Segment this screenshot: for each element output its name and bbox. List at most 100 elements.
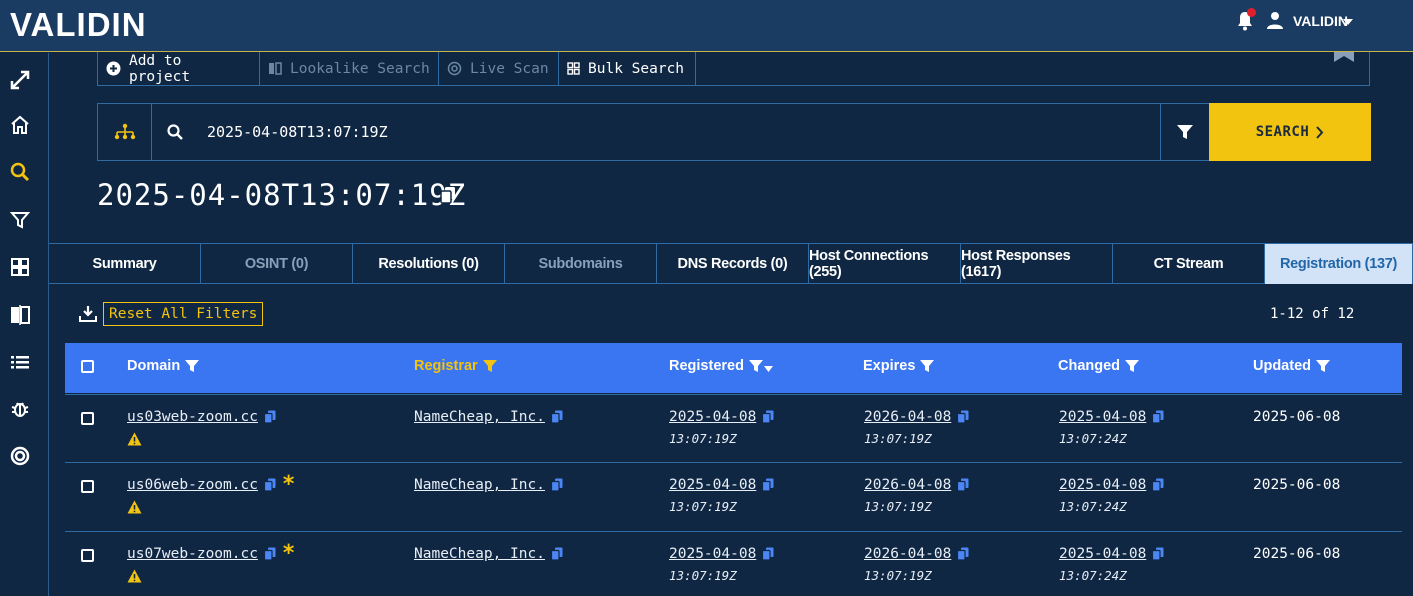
user-icon[interactable] [1266, 11, 1284, 29]
expires-cell: 2026-04-08 [864, 409, 969, 425]
lookalike-search-label: Lookalike Search [290, 60, 430, 77]
live-scan-button[interactable]: Live Scan [439, 52, 559, 85]
copy-icon[interactable] [957, 547, 969, 561]
row-checkbox[interactable] [81, 480, 94, 493]
registrar-cell: NameCheap, Inc. [414, 546, 563, 562]
expires-date-link[interactable]: 2026-04-08 [864, 546, 951, 562]
lookalike-search-button[interactable]: Lookalike Search [260, 52, 439, 85]
table-row: us03web-zoom.cc NameCheap, Inc. 2025-04-08… [65, 394, 1402, 462]
copy-icon[interactable] [957, 478, 969, 492]
bulk-search-button[interactable]: Bulk Search [559, 52, 696, 85]
column-updated-label: Updated [1253, 358, 1311, 374]
domain-link[interactable]: us07web-zoom.cc [127, 546, 258, 562]
copy-icon[interactable] [440, 186, 456, 204]
registrar-link[interactable]: NameCheap, Inc. [414, 409, 545, 425]
expires-date-link[interactable]: 2026-04-08 [864, 477, 951, 493]
filter-icon[interactable] [482, 359, 497, 373]
filter-icon[interactable] [185, 359, 200, 373]
copy-icon[interactable] [263, 410, 276, 424]
expires-time: 13:07:19Z [864, 499, 932, 514]
copy-icon[interactable] [1152, 547, 1164, 561]
filter-icon[interactable] [1316, 359, 1330, 373]
copy-icon[interactable] [957, 410, 969, 424]
search-input[interactable] [207, 120, 1147, 144]
expires-date-link[interactable]: 2026-04-08 [864, 409, 951, 425]
copy-icon[interactable] [550, 478, 563, 492]
tab-host-responses[interactable]: Host Responses (1617) [961, 244, 1113, 284]
chevron-right-icon [1316, 125, 1324, 139]
download-icon[interactable] [79, 305, 97, 323]
registered-date-link[interactable]: 2025-04-08 [669, 477, 756, 493]
column-updated[interactable]: Updated [1253, 358, 1330, 374]
changed-date-link[interactable]: 2025-04-08 [1059, 409, 1146, 425]
sort-down-icon[interactable] [763, 365, 773, 372]
search-mode-toggle[interactable] [98, 104, 152, 160]
add-to-project-label: Add to project [128, 52, 191, 85]
tab-ct-stream[interactable]: CT Stream [1113, 244, 1265, 284]
copy-icon[interactable] [263, 478, 276, 492]
search-filter-button[interactable] [1160, 104, 1209, 160]
select-all-checkbox[interactable] [81, 360, 94, 373]
expand-icon[interactable] [9, 69, 31, 91]
search-icon[interactable] [9, 161, 31, 183]
search-button[interactable]: SEARCH [1209, 103, 1371, 161]
result-count: 1-12 of 12 [1270, 306, 1355, 322]
registrar-link[interactable]: NameCheap, Inc. [414, 477, 545, 493]
column-changed[interactable]: Changed [1058, 358, 1140, 374]
tab-host-connections[interactable]: Host Connections (255) [809, 244, 961, 284]
filter-icon [1177, 125, 1193, 139]
tab-summary[interactable]: Summary [49, 244, 201, 284]
grid-icon[interactable] [9, 256, 31, 278]
copy-icon[interactable] [263, 547, 276, 561]
changed-date-link[interactable]: 2025-04-08 [1059, 477, 1146, 493]
plus-circle-icon [106, 61, 121, 76]
scan-icon [447, 61, 462, 76]
copy-icon[interactable] [550, 547, 563, 561]
filter-icon[interactable] [920, 359, 935, 373]
row-checkbox[interactable] [81, 412, 94, 425]
chevron-down-icon[interactable] [1342, 18, 1354, 26]
copy-icon[interactable] [762, 478, 774, 492]
target-icon[interactable] [9, 445, 31, 467]
bookmark-icon[interactable] [1334, 52, 1354, 62]
bug-icon[interactable] [9, 398, 31, 420]
live-scan-label: Live Scan [470, 60, 549, 77]
column-domain[interactable]: Domain [127, 358, 200, 374]
lookalike-icon [269, 62, 282, 75]
compare-icon[interactable] [9, 304, 31, 326]
tab-subdomains[interactable]: Subdomains [505, 244, 657, 284]
filter-icon[interactable] [748, 359, 763, 373]
registered-date-link[interactable]: 2025-04-08 [669, 409, 756, 425]
filter-icon[interactable] [1125, 359, 1140, 373]
copy-icon[interactable] [1152, 478, 1164, 492]
row-checkbox[interactable] [81, 549, 94, 562]
column-registrar[interactable]: Registrar [414, 358, 497, 374]
validin-logo[interactable]: VALIDIN [10, 6, 147, 44]
home-icon[interactable] [9, 114, 31, 136]
copy-icon[interactable] [762, 547, 774, 561]
updated-cell: 2025-06-08 [1253, 409, 1341, 425]
tab-resolutions[interactable]: Resolutions (0) [353, 244, 505, 284]
copy-icon[interactable] [1152, 410, 1164, 424]
changed-date-link[interactable]: 2025-04-08 [1059, 546, 1146, 562]
registrar-link[interactable]: NameCheap, Inc. [414, 546, 545, 562]
filter-icon[interactable] [9, 209, 31, 231]
updated-cell: 2025-06-08 [1253, 546, 1341, 562]
column-expires[interactable]: Expires [863, 358, 935, 374]
domain-cell: us03web-zoom.cc [127, 409, 276, 425]
domain-cell: us07web-zoom.cc * [127, 543, 295, 565]
tab-dns-records[interactable]: DNS Records (0) [657, 244, 809, 284]
changed-time: 13:07:24Z [1059, 431, 1127, 446]
tab-osint[interactable]: OSINT (0) [201, 244, 353, 284]
copy-icon[interactable] [550, 410, 563, 424]
column-registered[interactable]: Registered [669, 358, 773, 374]
tab-registration[interactable]: Registration (137) [1265, 244, 1413, 284]
list-icon[interactable] [9, 351, 31, 373]
domain-link[interactable]: us06web-zoom.cc [127, 477, 258, 493]
user-menu-name[interactable]: VALIDIN [1293, 13, 1348, 29]
reset-all-filters-button[interactable]: Reset All Filters [103, 302, 264, 326]
copy-icon[interactable] [762, 410, 774, 424]
domain-link[interactable]: us03web-zoom.cc [127, 409, 258, 425]
registered-date-link[interactable]: 2025-04-08 [669, 546, 756, 562]
add-to-project-button[interactable]: Add to project [98, 52, 260, 85]
